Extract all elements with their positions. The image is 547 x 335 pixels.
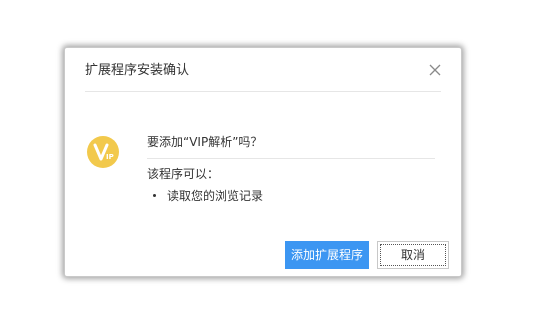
permissions-heading: 该程序可以： (147, 167, 220, 181)
bullet (153, 194, 156, 197)
cancel-button[interactable]: 取消 (377, 241, 449, 269)
install-question: 要添加“VIP解析”吗？ (147, 135, 263, 149)
vip-logo-icon: IP (87, 136, 119, 168)
permission-item: 读取您的浏览记录 (153, 188, 263, 204)
title-divider (85, 91, 441, 92)
close-icon[interactable] (427, 62, 443, 78)
focus-ring (380, 244, 446, 266)
extension-install-dialog: 扩展程序安装确认 IP 要添加“VIP解析”吗？ 该程序可以： 读取您的浏览记录… (64, 47, 462, 277)
svg-text:IP: IP (106, 153, 114, 161)
dialog-title: 扩展程序安装确认 (85, 63, 190, 78)
content-divider (147, 158, 435, 159)
add-extension-button[interactable]: 添加扩展程序 (285, 241, 369, 269)
permission-label: 读取您的浏览记录 (167, 189, 264, 203)
